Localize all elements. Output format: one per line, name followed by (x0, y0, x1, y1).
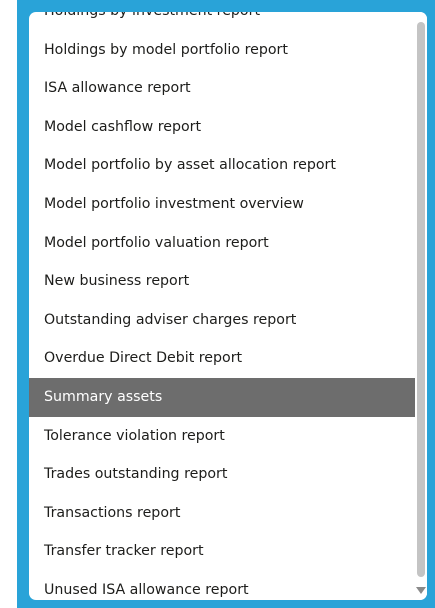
dropdown-option[interactable]: Transfer tracker report (29, 532, 415, 571)
dropdown-option[interactable]: Tolerance violation report (29, 417, 415, 456)
dropdown-option[interactable]: Model portfolio investment overview (29, 185, 415, 224)
dropdown-option[interactable]: Model cashflow report (29, 108, 415, 147)
dropdown-option[interactable]: Holdings by investment report (29, 12, 415, 31)
report-options-list: Holdings by investment reportHoldings by… (29, 12, 415, 600)
dropdown-option[interactable]: Summary assets (29, 377, 415, 417)
dropdown-option[interactable]: ISA allowance report (29, 69, 415, 108)
scroll-down-arrow-icon[interactable] (416, 587, 426, 594)
dropdown-option[interactable]: Transactions report (29, 494, 415, 533)
dropdown-option[interactable]: Model portfolio by asset allocation repo… (29, 146, 415, 185)
dropdown-option[interactable]: Model portfolio valuation report (29, 224, 415, 263)
dropdown-option[interactable]: Overdue Direct Debit report (29, 339, 415, 378)
scrollbar-thumb[interactable] (417, 22, 425, 577)
dropdown-option[interactable]: New business report (29, 262, 415, 301)
dropdown-frame: Holdings by investment reportHoldings by… (17, 0, 435, 608)
report-dropdown-list[interactable]: Holdings by investment reportHoldings by… (29, 12, 427, 600)
dropdown-option[interactable]: Unused ISA allowance report (29, 571, 415, 600)
dropdown-option[interactable]: Holdings by model portfolio report (29, 31, 415, 70)
scrollbar[interactable] (415, 12, 427, 600)
dropdown-option[interactable]: Outstanding adviser charges report (29, 301, 415, 340)
dropdown-option[interactable]: Trades outstanding report (29, 455, 415, 494)
